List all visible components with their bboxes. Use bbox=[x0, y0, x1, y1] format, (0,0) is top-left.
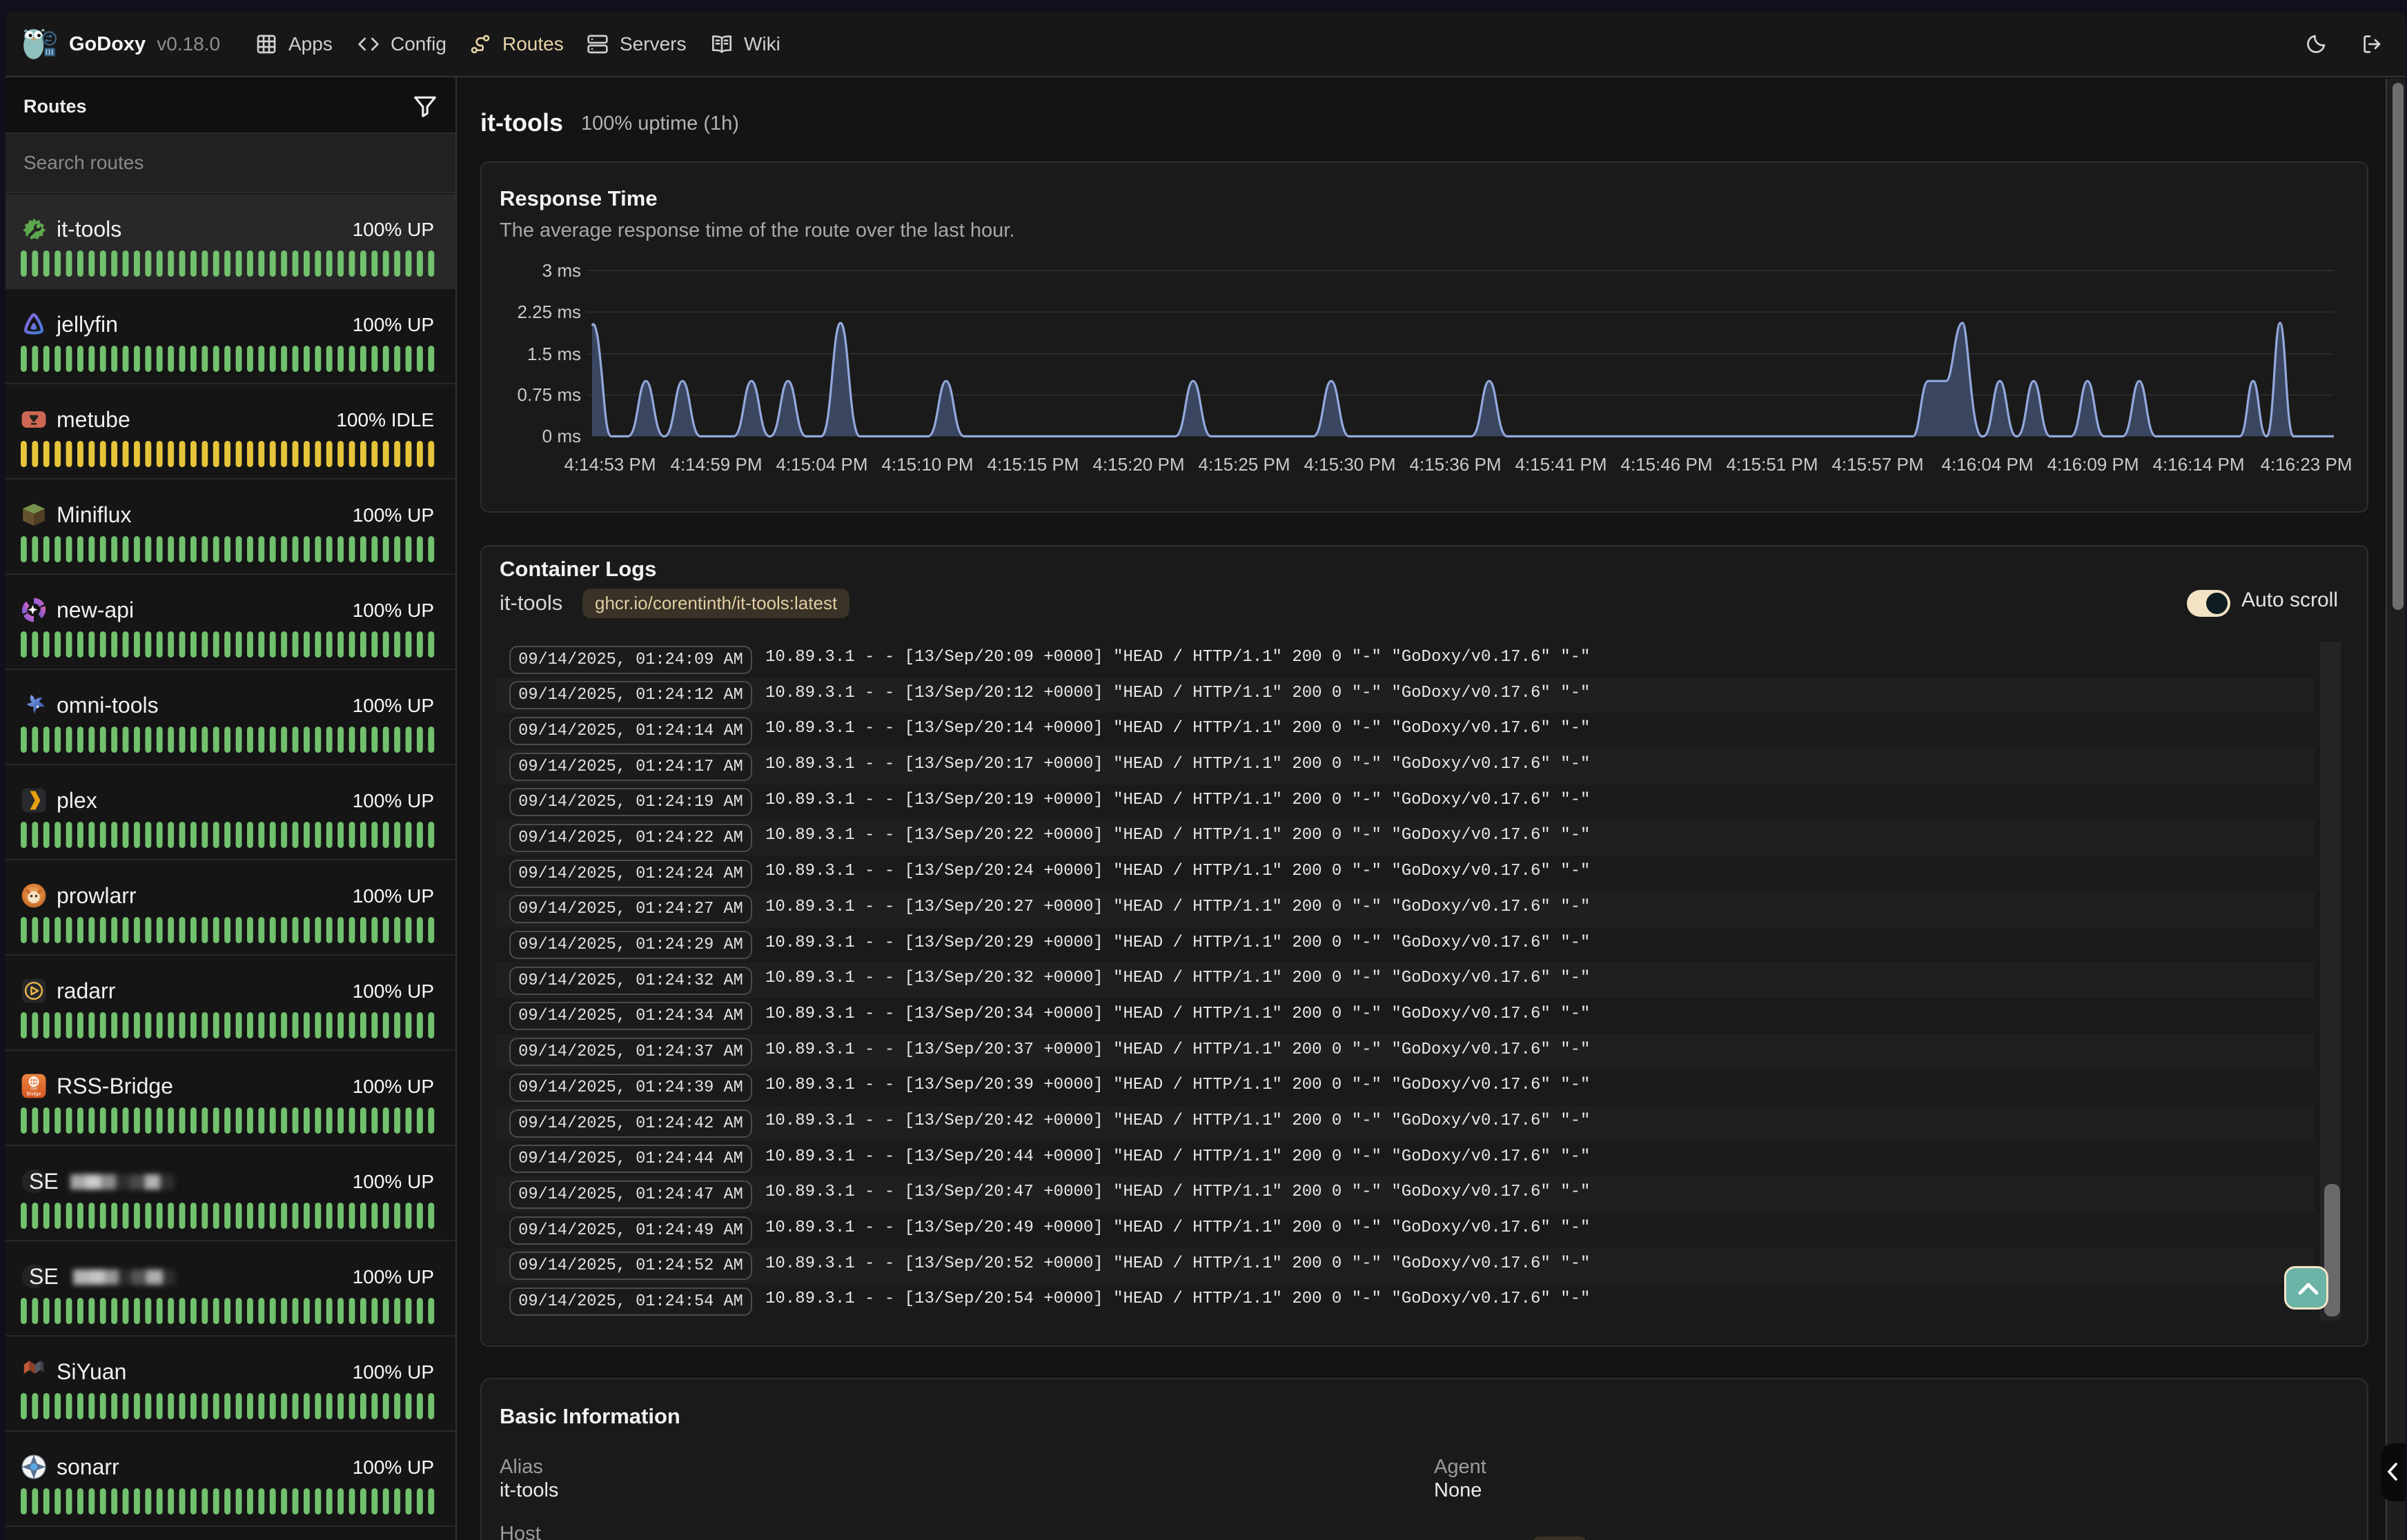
svg-text:Bridge: Bridge bbox=[26, 1090, 41, 1096]
